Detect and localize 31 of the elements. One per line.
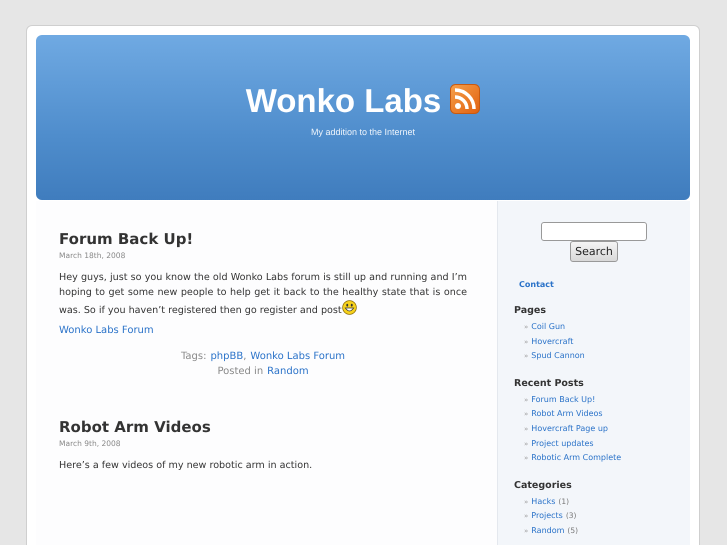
post-link[interactable]: Wonko Labs Forum bbox=[59, 325, 154, 336]
sidebar-link[interactable]: Coil Gun bbox=[531, 322, 566, 331]
tag-link[interactable]: Wonko Labs Forum bbox=[250, 351, 346, 362]
posted-in-label: Posted in bbox=[217, 366, 264, 377]
sidebar-link[interactable]: Project updates bbox=[531, 438, 594, 448]
sidebar-link[interactable]: Hovercraft bbox=[531, 336, 574, 346]
sidebar-link[interactable]: Robot Arm Videos bbox=[531, 409, 603, 418]
sidebar-heading: Pages bbox=[514, 305, 548, 316]
post-text: Here’s a few videos of my new robotic arm in action. bbox=[59, 460, 312, 471]
sidebar-link[interactable]: Hovercraft Page up bbox=[531, 424, 608, 433]
search-field[interactable] bbox=[541, 222, 647, 241]
sidebar-heading: Recent Posts bbox=[514, 378, 585, 389]
category-link[interactable]: Random bbox=[267, 366, 309, 377]
post-text: Hey guys, just so you know the old Wonko Labs forum is still up and running and I’m hoping to get some new people to help get it back to the healthy state that is once was. So if you haven’t registered then go register and post bbox=[59, 272, 467, 316]
rss-feed-icon[interactable] bbox=[450, 84, 480, 114]
contact-link[interactable]: Contact bbox=[519, 280, 554, 289]
tags-label: Tags: bbox=[180, 351, 206, 362]
post-title[interactable]: Robot Arm Videos bbox=[59, 417, 467, 437]
post-title[interactable]: Forum Back Up! bbox=[59, 229, 467, 249]
site-tagline: My addition to the Internet bbox=[310, 127, 416, 137]
tag-link[interactable]: phpBB bbox=[210, 351, 244, 362]
sidebar-link[interactable]: Robotic Arm Complete bbox=[531, 453, 622, 462]
sidebar-heading: Categories bbox=[514, 480, 573, 491]
sidebar-link[interactable]: Random bbox=[531, 526, 564, 535]
sidebar-link[interactable]: Forum Back Up! bbox=[531, 394, 596, 404]
sidebar-link[interactable]: Projects bbox=[531, 511, 563, 520]
sidebar-link[interactable]: Hacks bbox=[531, 496, 556, 506]
search-button[interactable]: Search bbox=[570, 241, 618, 262]
sidebar-link[interactable]: Spud Cannon bbox=[531, 351, 585, 360]
site-title[interactable]: Wonko Labs bbox=[246, 83, 442, 119]
tag-separator: , bbox=[243, 351, 246, 362]
